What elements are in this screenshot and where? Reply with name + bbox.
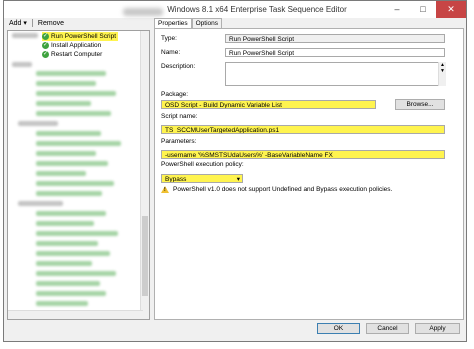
- blurred-tree-row: [36, 111, 111, 116]
- maximize-button[interactable]: □: [410, 1, 436, 18]
- browse-button[interactable]: Browse...: [395, 99, 445, 110]
- tree-item-label: Install Application: [51, 42, 102, 49]
- tree-item-restart-computer[interactable]: ✓ Restart Computer: [42, 50, 102, 59]
- properties-panel: Type: Run PowerShell Script Name: Run Po…: [154, 28, 464, 320]
- blurred-tree-row: [36, 71, 106, 76]
- script-name-field[interactable]: TS_SCCMUserTargetedApplication.ps1: [161, 125, 445, 134]
- tab-options[interactable]: Options: [191, 18, 223, 28]
- add-menu-button[interactable]: Add ▾: [6, 18, 30, 29]
- task-sequence-editor-window: Windows 8.1 x64 Enterprise Task Sequence…: [3, 0, 467, 342]
- blurred-tree-row: [36, 261, 92, 266]
- blurred-tree-row: [36, 251, 110, 256]
- execution-policy-value: Bypass: [165, 176, 187, 183]
- blurred-tree-row: [12, 33, 38, 38]
- description-label: Description:: [161, 63, 196, 70]
- blurred-tree-row: [36, 171, 86, 176]
- blurred-tree-row: [18, 201, 63, 206]
- check-icon: ✓: [42, 41, 49, 49]
- blurred-title-prefix: [123, 7, 164, 16]
- tree-item-label: Restart Computer: [51, 51, 103, 58]
- blurred-tree-row: [36, 151, 96, 156]
- blurred-tree-row: [36, 131, 101, 136]
- window-title: Windows 8.1 x64 Enterprise Task Sequence…: [167, 5, 347, 14]
- name-field[interactable]: Run PowerShell Script: [225, 48, 445, 57]
- blurred-tree-row: [36, 161, 108, 166]
- chevron-down-icon: ▾: [236, 176, 240, 183]
- blurred-tree-row: [36, 211, 106, 216]
- toolbar: Add ▾ Remove: [6, 18, 67, 29]
- tab-strip: Properties Options: [154, 18, 223, 28]
- package-label: Package:: [161, 91, 189, 98]
- description-scrollbar[interactable]: ▲ ▼: [438, 62, 446, 86]
- blurred-tree-row: [36, 231, 118, 236]
- warning-icon-mark: !: [164, 187, 166, 193]
- tree-item-run-powershell-script[interactable]: ✓ Run PowerShell Script: [42, 32, 119, 41]
- task-sequence-tree[interactable]: ✓ Run PowerShell Script ✓ Install Applicat…: [7, 30, 150, 320]
- name-label: Name:: [161, 49, 181, 56]
- minimize-button[interactable]: –: [384, 1, 410, 18]
- blurred-tree-row: [36, 221, 94, 226]
- blurred-tree-row: [36, 191, 102, 196]
- description-field[interactable]: [225, 62, 445, 86]
- close-button[interactable]: ✕: [436, 1, 466, 18]
- blurred-tree-row: [36, 81, 96, 86]
- blurred-tree-row: [36, 91, 116, 96]
- toolbar-separator: [31, 19, 33, 28]
- blurred-tree-row: [36, 281, 100, 286]
- title-bar: Windows 8.1 x64 Enterprise Task Sequence…: [4, 1, 466, 18]
- type-field: Run PowerShell Script: [225, 34, 445, 43]
- type-label: Type:: [161, 35, 177, 42]
- blurred-tree-row: [18, 121, 58, 126]
- execution-policy-label: PowerShell execution policy:: [161, 161, 244, 168]
- blurred-tree-row: [36, 101, 91, 106]
- blurred-tree-row: [36, 141, 121, 146]
- check-icon: ✓: [42, 32, 49, 40]
- tree-vertical-scrollbar[interactable]: [140, 31, 149, 319]
- remove-button[interactable]: Remove: [35, 18, 67, 29]
- script-name-label: Script name:: [161, 113, 198, 120]
- blurred-tree-row: [36, 241, 98, 246]
- tree-item-label: Run PowerShell Script: [51, 33, 117, 40]
- package-field[interactable]: OSD Script - Build Dynamic Variable List: [161, 100, 376, 109]
- tab-properties[interactable]: Properties: [154, 18, 192, 28]
- blurred-tree-row: [36, 291, 106, 296]
- check-icon: ✓: [42, 50, 49, 58]
- apply-button[interactable]: Apply: [415, 323, 460, 334]
- blurred-tree-row: [36, 301, 88, 306]
- ok-button[interactable]: OK: [317, 323, 360, 334]
- tree-scroll-thumb[interactable]: [142, 216, 148, 296]
- blurred-tree-row: [36, 271, 116, 276]
- execution-policy-warning: PowerShell v1.0 does not support Undefin…: [173, 186, 393, 193]
- blurred-tree-row: [36, 181, 114, 186]
- tree-item-install-application[interactable]: ✓ Install Application: [42, 41, 101, 50]
- blurred-tree-row: [12, 62, 32, 67]
- execution-policy-select[interactable]: Bypass ▾: [161, 174, 243, 183]
- cancel-button[interactable]: Cancel: [366, 323, 409, 334]
- parameters-label: Parameters:: [161, 138, 197, 145]
- tree-horizontal-scrollbar[interactable]: [8, 310, 143, 319]
- parameters-field[interactable]: -username '%SMSTSUdaUsers%' -BaseVariabl…: [161, 150, 445, 159]
